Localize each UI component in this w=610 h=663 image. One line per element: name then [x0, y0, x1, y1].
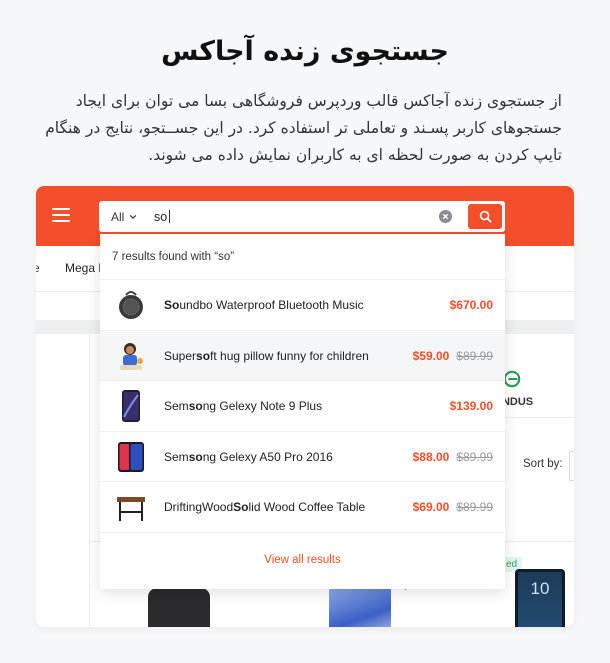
menu-icon[interactable]	[52, 208, 70, 222]
result-old-price: $89.99	[456, 500, 493, 514]
result-name: Sem so ng Gelexy A50 Pro 2016	[164, 449, 333, 464]
sidebar-divider	[89, 334, 90, 627]
phone-note-thumb	[122, 390, 140, 422]
search-input[interactable]: so	[154, 201, 414, 232]
speaker-thumb	[119, 291, 143, 319]
page-title: جستجوی زنده آجاکس	[161, 36, 449, 67]
result-prices: $670.00	[450, 280, 493, 330]
result-price: $139.00	[449, 399, 493, 413]
result-price: $670.00	[449, 298, 493, 312]
product-image-phone-navy[interactable]	[515, 569, 565, 627]
result-item[interactable]: Sem so ng Gelexy A50 Pro 2016 $88.00 $89.9…	[100, 431, 505, 482]
result-prices: $69.00 $89.99	[413, 482, 493, 532]
result-old-price: $89.99	[456, 449, 493, 464]
search-bar: All so	[99, 201, 505, 232]
result-name: Super so ft hug pillow funny for children	[164, 348, 369, 363]
result-price: $88.00	[412, 449, 450, 464]
category-select[interactable]: All	[99, 201, 139, 232]
nav-item-partial[interactable]: e	[36, 261, 40, 275]
view-all-results-link[interactable]: View all results	[100, 540, 505, 580]
category-select-value: All	[111, 209, 125, 224]
sort-select[interactable]	[569, 451, 574, 481]
result-price: $69.00	[412, 500, 450, 514]
result-prices: $88.00 $89.99	[413, 432, 493, 482]
search-button[interactable]	[468, 204, 502, 229]
result-name: So undbo Waterproof Bluetooth Music	[164, 298, 364, 312]
live-search-dropdown: 7 results found with “so” So undbo Waterp…	[100, 234, 505, 589]
result-item[interactable]: Super so ft hug pillow funny for children…	[100, 330, 505, 381]
result-prices: $59.00 $89.99	[413, 331, 493, 381]
result-old-price: $89.99	[456, 348, 493, 363]
brand-card[interactable]	[496, 360, 574, 418]
result-price: $59.00	[412, 348, 450, 363]
result-item[interactable]: So undbo Waterproof Bluetooth Music $670.…	[100, 280, 505, 331]
pillow-thumb	[120, 342, 143, 370]
results-list: So undbo Waterproof Bluetooth Music $670.…	[100, 280, 505, 533]
search-icon	[479, 210, 491, 223]
result-prices: $139.00	[450, 381, 493, 431]
phone-screen-number: 10	[530, 579, 550, 598]
result-item[interactable]: DriftingWood So lid Wood Coffee Table $69…	[100, 482, 505, 533]
search-query: so	[154, 209, 168, 224]
phone-a50-thumb	[118, 441, 144, 472]
sort-label: Sort by:	[523, 458, 563, 470]
chevron-down-icon	[130, 214, 137, 219]
result-name: Sem so ng Gelexy Note 9 Plus	[164, 399, 323, 413]
results-summary: 7 results found with “so”	[100, 234, 505, 280]
brand-logo-icon	[503, 370, 521, 388]
product-image-phone-dark[interactable]	[148, 588, 210, 627]
table-thumb	[117, 497, 145, 521]
result-name: DriftingWood So lid Wood Coffee Table	[164, 500, 366, 514]
site-mockup: e Mega M UNDUS Sort by: ed 10 All so 7 r…	[36, 186, 574, 627]
result-item[interactable]: Sem so ng Gelexy Note 9 Plus $139.00	[100, 381, 505, 432]
page-description: از جستجوی زنده آجاکس قالب وردپرس فروشگاه…	[45, 92, 562, 164]
text-caret	[169, 210, 171, 223]
clear-circle-icon[interactable]	[439, 210, 452, 223]
